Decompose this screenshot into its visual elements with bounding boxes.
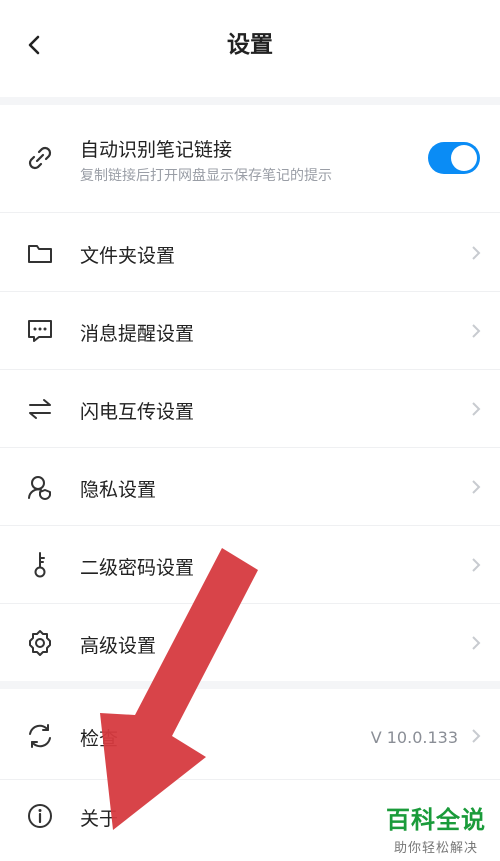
- divider: [0, 212, 500, 213]
- info-icon: [28, 804, 52, 828]
- settings-item-message[interactable]: 消息提醒设置: [0, 293, 500, 368]
- chevron-right-icon: [472, 324, 481, 338]
- auto-link-label: 自动识别笔记链接: [80, 139, 233, 161]
- section-gap: [0, 681, 500, 689]
- settings-item-folder[interactable]: 文件夹设置: [0, 215, 500, 290]
- chevron-right-icon: [472, 729, 481, 743]
- settings-item-label: 二级密码设置: [80, 557, 195, 579]
- auto-link-setting[interactable]: 自动识别笔记链接 复制链接后打开网盘显示保存笔记的提示: [0, 105, 500, 210]
- settings-item-check-update[interactable]: 检查 V 10.0.133: [0, 689, 500, 779]
- settings-item-label: 闪电互传设置: [80, 401, 195, 423]
- settings-item-second-password[interactable]: 二级密码设置: [0, 527, 500, 602]
- settings-item-label: 消息提醒设置: [80, 323, 195, 345]
- divider: [0, 525, 500, 526]
- divider: [0, 603, 500, 604]
- gear-icon: [29, 630, 51, 656]
- folder-icon: [28, 245, 52, 263]
- settings-item-label: 隐私设置: [80, 479, 157, 501]
- settings-item-label: 高级设置: [80, 635, 157, 657]
- about-label: 关于: [80, 808, 119, 830]
- auto-link-description: 复制链接后打开网盘显示保存笔记的提示: [80, 168, 332, 184]
- watermark-subtitle: 助你轻松解决: [393, 841, 478, 856]
- toggle-knob: [451, 145, 477, 171]
- section-gap: [0, 97, 500, 105]
- privacy-icon: [28, 476, 51, 500]
- check-update-label: 检查: [80, 728, 119, 750]
- chevron-right-icon: [472, 558, 481, 572]
- settings-item-label: 文件夹设置: [80, 245, 176, 267]
- link-icon: [28, 146, 52, 170]
- watermark: 百科全说 助你轻松解决: [386, 800, 486, 856]
- chevron-right-icon: [472, 246, 481, 260]
- divider: [0, 291, 500, 292]
- chevron-right-icon: [472, 402, 481, 416]
- auto-link-toggle[interactable]: [428, 142, 480, 174]
- settings-item-transfer[interactable]: 闪电互传设置: [0, 371, 500, 446]
- version-text: V 10.0.133: [370, 728, 458, 747]
- watermark-title: 百科全说: [386, 806, 486, 834]
- message-icon: [28, 320, 52, 342]
- chevron-right-icon: [472, 636, 481, 650]
- divider: [0, 779, 500, 780]
- chevron-right-icon: [472, 480, 481, 494]
- refresh-icon: [29, 724, 51, 748]
- page-title: 设置: [227, 32, 273, 58]
- app-header: 设置: [0, 0, 500, 90]
- divider: [0, 369, 500, 370]
- key-icon: [34, 552, 46, 578]
- transfer-icon: [29, 399, 51, 419]
- settings-item-advanced[interactable]: 高级设置: [0, 605, 500, 680]
- divider: [0, 447, 500, 448]
- settings-item-privacy[interactable]: 隐私设置: [0, 449, 500, 524]
